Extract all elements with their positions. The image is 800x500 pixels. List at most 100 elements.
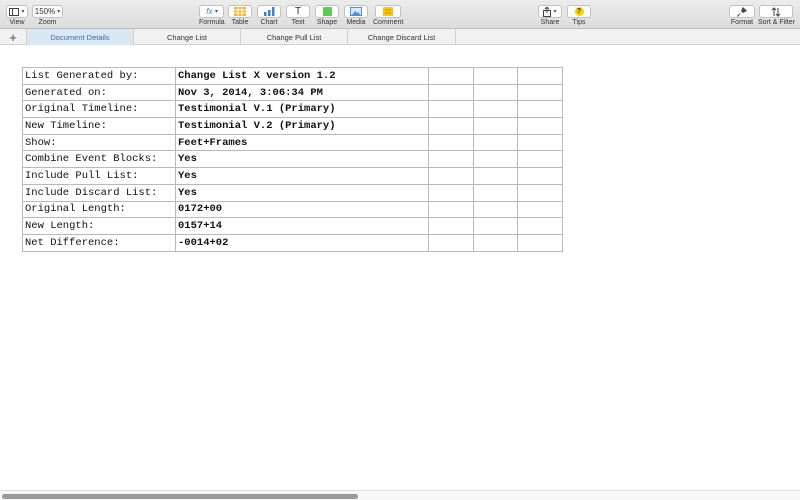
empty-cell[interactable] [472, 183, 518, 202]
formula-glyph: fx [206, 7, 213, 16]
table-button[interactable]: Table [228, 5, 252, 27]
tab-change-discard-list[interactable]: Change Discard List [348, 29, 456, 45]
zoom-control[interactable]: 150% ▾ Zoom [32, 5, 63, 27]
sort-icon [759, 5, 794, 18]
share-icon: ▾ [538, 5, 562, 18]
empty-cell[interactable] [428, 150, 474, 169]
table-row: Show: Feet+Frames [22, 133, 563, 152]
empty-cell[interactable] [517, 83, 563, 102]
empty-cell[interactable] [472, 217, 518, 235]
tab-label: Document Details [50, 32, 110, 42]
tab-change-pull-list[interactable]: Change Pull List [241, 29, 348, 45]
toolbar: ▾ View 150% ▾ Zoom fx ▾ Formula Table Cha… [0, 0, 800, 29]
text-button[interactable]: T Text [286, 5, 310, 27]
row-label-cell[interactable]: New Timeline: [22, 117, 176, 135]
empty-cell[interactable] [517, 233, 563, 252]
text-label: Text [291, 19, 305, 26]
media-button[interactable]: Media [344, 5, 368, 27]
row-value-cell[interactable]: Testimonial V.1 (Primary) [175, 100, 429, 119]
empty-cell[interactable] [472, 100, 518, 119]
comment-icon [375, 5, 402, 18]
empty-cell[interactable] [517, 183, 563, 202]
row-value-cell[interactable]: Feet+Frames [175, 133, 429, 152]
formula-button[interactable]: fx ▾ Formula [199, 5, 225, 27]
empty-cell[interactable] [428, 233, 474, 252]
chevron-down-icon: ▾ [57, 9, 61, 15]
shape-button[interactable]: Shape [315, 5, 339, 27]
empty-cell[interactable] [472, 83, 518, 102]
sheet-canvas: List Generated by: Change List X version … [0, 45, 800, 490]
empty-cell[interactable] [428, 167, 474, 185]
table-icon [228, 5, 252, 18]
empty-cell[interactable] [428, 67, 474, 85]
zoom-value: 150% [34, 7, 56, 16]
row-label-cell[interactable]: Include Discard List: [22, 183, 176, 202]
empty-cell[interactable] [472, 67, 518, 85]
chart-label: Chart [260, 19, 278, 26]
zoom-select[interactable]: 150% ▾ [32, 5, 63, 18]
table-label: Table [231, 19, 249, 26]
chart-icon [257, 5, 281, 18]
table-row: New Length: 0157+14 [22, 217, 563, 235]
empty-cell[interactable] [472, 150, 518, 169]
empty-cell[interactable] [472, 233, 518, 252]
tips-glyph: ? [574, 7, 584, 16]
sort-filter-label: Sort & Filter [758, 19, 795, 26]
empty-cell[interactable] [472, 200, 518, 219]
row-value-cell[interactable]: Yes [175, 183, 429, 202]
tips-button[interactable]: ? Tips [567, 5, 591, 27]
empty-cell[interactable] [428, 200, 474, 219]
empty-cell[interactable] [472, 133, 518, 152]
empty-cell[interactable] [517, 200, 563, 219]
empty-cell[interactable] [517, 133, 563, 152]
row-label-cell[interactable]: Show: [22, 133, 176, 152]
row-value-cell[interactable]: Yes [175, 150, 429, 169]
sort-filter-button[interactable]: Sort & Filter [758, 5, 795, 27]
add-sheet-button[interactable]: + [0, 29, 27, 45]
format-button[interactable]: Format [729, 5, 755, 27]
row-value-cell[interactable]: Testimonial V.2 (Primary) [175, 117, 429, 135]
row-value-cell[interactable]: Nov 3, 2014, 3:06:34 PM [175, 83, 429, 102]
empty-cell[interactable] [428, 183, 474, 202]
scrollbar-thumb[interactable] [2, 494, 358, 499]
comment-button[interactable]: Comment [373, 5, 403, 27]
row-label-cell[interactable]: Original Timeline: [22, 100, 176, 119]
empty-cell[interactable] [517, 100, 563, 119]
view-button[interactable]: ▾ View [6, 5, 28, 27]
empty-cell[interactable] [517, 217, 563, 235]
row-value-cell[interactable]: Change List X version 1.2 [175, 67, 429, 85]
format-label: Format [730, 19, 754, 26]
empty-cell[interactable] [428, 100, 474, 119]
empty-cell[interactable] [517, 167, 563, 185]
empty-cell[interactable] [428, 117, 474, 135]
row-value-cell[interactable]: 0172+00 [175, 200, 429, 219]
row-value-cell[interactable]: 0157+14 [175, 217, 429, 235]
empty-cell[interactable] [428, 83, 474, 102]
empty-cell[interactable] [472, 117, 518, 135]
row-label-cell[interactable]: Combine Event Blocks: [22, 150, 176, 169]
comment-label: Comment [373, 19, 404, 26]
text-glyph: T [294, 6, 302, 17]
empty-cell[interactable] [517, 117, 563, 135]
row-label-cell[interactable]: Original Length: [22, 200, 176, 219]
formula-label: Formula [199, 19, 225, 26]
table-row: List Generated by: Change List X version … [22, 67, 563, 85]
horizontal-scrollbar[interactable] [0, 490, 800, 500]
row-label-cell[interactable]: List Generated by: [22, 67, 176, 85]
row-label-cell[interactable]: Net Difference: [22, 233, 176, 252]
empty-cell[interactable] [428, 133, 474, 152]
row-label-cell[interactable]: Generated on: [22, 83, 176, 102]
empty-cell[interactable] [472, 167, 518, 185]
tab-document-details[interactable]: Document Details [27, 29, 134, 45]
row-value-cell[interactable]: -0014+02 [175, 233, 429, 252]
tab-change-list[interactable]: Change List [134, 29, 241, 45]
empty-cell[interactable] [517, 67, 563, 85]
media-icon [344, 5, 368, 18]
empty-cell[interactable] [517, 150, 563, 169]
chart-button[interactable]: Chart [257, 5, 281, 27]
row-label-cell[interactable]: Include Pull List: [22, 167, 176, 185]
empty-cell[interactable] [428, 217, 474, 235]
share-button[interactable]: ▾ Share [538, 5, 562, 27]
row-label-cell[interactable]: New Length: [22, 217, 176, 235]
row-value-cell[interactable]: Yes [175, 167, 429, 185]
